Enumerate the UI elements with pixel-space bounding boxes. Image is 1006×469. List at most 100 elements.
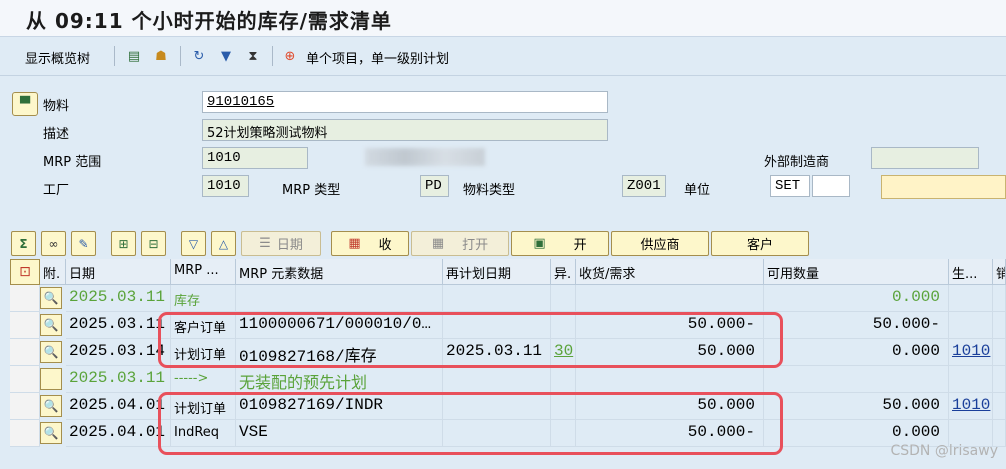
- table-row[interactable]: 2025.03.11 -----> 无装配的预先计划: [10, 366, 1006, 393]
- element-data-cell: 无装配的预先计划: [236, 366, 443, 393]
- application-toolbar: 显示概览树 ▤ ☗ ↻ ▼ ⧗ ⊕ 单个项目，单一级别计划: [0, 37, 1006, 76]
- refresh-icon[interactable]: ↻: [189, 46, 209, 66]
- toolbar-separator: [272, 46, 273, 66]
- toolbar-separator: [180, 46, 181, 66]
- plant-field: 1010: [202, 175, 249, 197]
- extra-cell: [993, 366, 1006, 393]
- hourglass-icon[interactable]: ⧗: [243, 46, 263, 66]
- description-field: 52计划策略测试物料: [202, 119, 608, 141]
- plant-label: 工厂: [43, 183, 70, 198]
- unit-field: SET: [770, 175, 810, 197]
- date-cell: 2025.04.01: [66, 393, 171, 420]
- pencil-icon[interactable]: ✎: [71, 231, 96, 256]
- element-data-cell: [236, 285, 443, 312]
- available-cell: 0.000: [764, 285, 949, 312]
- header-detail-field[interactable]: [881, 175, 1006, 199]
- arrow-down-icon[interactable]: ▽: [181, 231, 206, 256]
- quantity-cell: [576, 366, 764, 393]
- extra-cell: [993, 312, 1006, 339]
- exception-cell: [551, 285, 576, 312]
- extra-cell: [993, 393, 1006, 420]
- row-selector[interactable]: [10, 312, 40, 339]
- column-header[interactable]: 附.: [40, 259, 66, 285]
- column-header[interactable]: 再计划日期: [443, 259, 551, 285]
- vendor-button[interactable]: 供应商: [611, 231, 709, 256]
- date-cell: 2025.03.11: [66, 285, 171, 312]
- magnifier-icon[interactable]: 🔍: [40, 341, 62, 363]
- empty-detail-button[interactable]: [40, 368, 62, 390]
- quantity-cell: [576, 285, 764, 312]
- external-manufacturer-label: 外部制造商: [764, 155, 830, 170]
- production-cell: [949, 366, 993, 393]
- watermark: CSDN @lrisawy: [890, 443, 998, 459]
- description-label: 描述: [43, 127, 70, 142]
- row-selector[interactable]: [10, 393, 40, 420]
- date-cell: 2025.03.11: [66, 366, 171, 393]
- collapse-icon[interactable]: ⊟: [141, 231, 166, 256]
- sum-icon[interactable]: Σ: [11, 231, 36, 256]
- material-field[interactable]: 91010165: [202, 91, 608, 113]
- magnifier-icon[interactable]: 🔍: [40, 395, 62, 417]
- magnifier-icon[interactable]: 🔍: [40, 314, 62, 336]
- highlight-box: [158, 392, 783, 455]
- mrp-area-label: MRP 范围: [43, 155, 102, 170]
- open-plan-button-label: 开: [573, 238, 587, 253]
- production-link[interactable]: 1010: [949, 393, 993, 420]
- available-cell: 50.000: [764, 393, 949, 420]
- receipt-button[interactable]: ▦ 收: [331, 231, 409, 256]
- column-header[interactable]: MRP 元素数据: [236, 259, 443, 285]
- mrp-type-label: MRP 类型: [282, 183, 341, 198]
- open-button[interactable]: ▦ 打开: [411, 231, 509, 256]
- magnifier-icon[interactable]: 🔍: [40, 287, 62, 309]
- window-title: 从 09:11 个小时开始的库存/需求清单: [26, 9, 392, 33]
- production-cell: [949, 285, 993, 312]
- blurred-text: [365, 148, 485, 166]
- available-cell: [764, 366, 949, 393]
- row-selector[interactable]: [10, 285, 40, 312]
- material-header-toggle-icon[interactable]: ▀: [12, 92, 38, 116]
- plan-icon[interactable]: ⊕: [280, 46, 300, 66]
- mrp-element-cell: ----->: [171, 366, 236, 393]
- row-selector[interactable]: [10, 366, 40, 393]
- unit-label: 单位: [684, 183, 711, 198]
- date-cell: 2025.03.14: [66, 339, 171, 366]
- highlight-box: [158, 312, 783, 368]
- column-header[interactable]: 收货/需求: [576, 259, 764, 285]
- reschedule-cell: [443, 285, 551, 312]
- customer-button[interactable]: 客户: [711, 231, 809, 256]
- glasses-icon[interactable]: ∞: [41, 231, 66, 256]
- overview-tree-button[interactable]: 显示概览树: [25, 48, 90, 67]
- available-cell: 0.000: [764, 339, 949, 366]
- new-document-icon[interactable]: ▤: [124, 46, 144, 66]
- open-button-label: 打开: [462, 238, 489, 253]
- date-cell: 2025.04.01: [66, 420, 171, 447]
- open-plan-button[interactable]: ▣ 开: [511, 231, 609, 256]
- date-button[interactable]: ☰ 日期: [241, 231, 321, 256]
- material-type-label: 物料类型: [463, 183, 516, 198]
- extra-cell: [993, 285, 1006, 312]
- column-header[interactable]: 异.: [551, 259, 576, 285]
- column-header[interactable]: 日期: [66, 259, 171, 285]
- production-cell: [949, 312, 993, 339]
- exception-cell: [551, 366, 576, 393]
- filter-icon[interactable]: ▼: [216, 46, 236, 66]
- single-item-plan-button[interactable]: 单个项目，单一级别计划: [306, 48, 449, 67]
- toolbar-separator: [114, 46, 115, 66]
- table-row[interactable]: 🔍 2025.03.11 库存 0.000: [10, 285, 1006, 312]
- expand-icon[interactable]: ⊞: [111, 231, 136, 256]
- column-header[interactable]: 生...: [949, 259, 993, 285]
- row-selector[interactable]: [10, 339, 40, 366]
- column-layout-icon[interactable]: ⊡: [10, 259, 40, 285]
- column-header[interactable]: 可用数量: [764, 259, 949, 285]
- row-selector[interactable]: [10, 420, 40, 447]
- column-header[interactable]: 销: [993, 259, 1006, 285]
- receipt-button-label: 收: [378, 238, 392, 253]
- unit-extra-field: [812, 175, 850, 197]
- extra-cell: [993, 339, 1006, 366]
- people-icon[interactable]: ☗: [151, 46, 171, 66]
- arrow-up-icon[interactable]: △: [211, 231, 236, 256]
- column-header[interactable]: MRP ...: [171, 259, 236, 285]
- magnifier-icon[interactable]: 🔍: [40, 422, 62, 444]
- title-bar: 从 09:11 个小时开始的库存/需求清单: [0, 0, 1006, 37]
- production-link[interactable]: 1010: [949, 339, 993, 366]
